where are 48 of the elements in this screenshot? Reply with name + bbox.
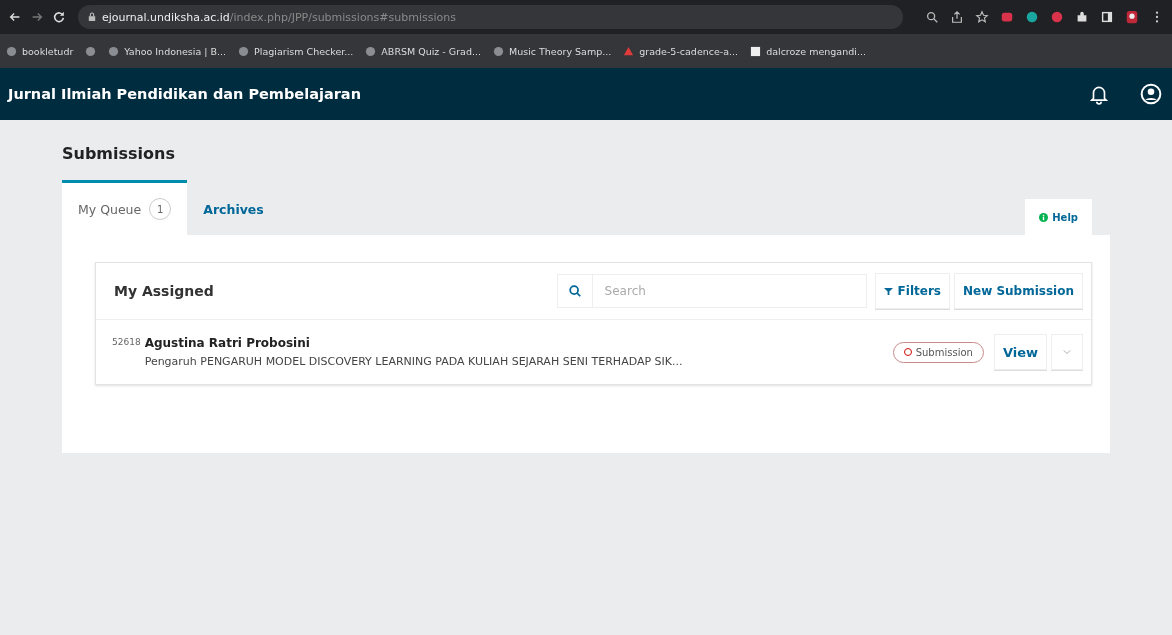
sidebar-icon[interactable]: [1100, 10, 1114, 24]
submission-id: 52618: [112, 337, 141, 347]
reload-icon[interactable]: [52, 10, 66, 24]
submission-author: Agustina Ratri Probosini: [144, 336, 311, 350]
document-icon: [750, 45, 762, 57]
bookmark[interactable]: ABRSM Quiz - Grad...: [365, 45, 481, 57]
search-icon: [567, 284, 582, 298]
user-avatar-icon[interactable]: [1140, 83, 1162, 105]
globe-icon: [108, 45, 120, 57]
lock-icon: [88, 12, 96, 22]
globe-icon: [238, 45, 250, 57]
profile-icon[interactable]: [1125, 10, 1139, 24]
back-icon[interactable]: [8, 10, 22, 24]
share-icon[interactable]: [950, 10, 964, 24]
extension-icon[interactable]: [1025, 10, 1039, 24]
extension-icon[interactable]: [1050, 10, 1064, 24]
bookmark[interactable]: Music Theory Samp...: [493, 45, 612, 57]
chevron-down-icon: [1063, 349, 1071, 355]
bookmark[interactable]: bookletudr: [6, 45, 74, 57]
globe-icon: [493, 45, 504, 57]
tab[interactable]: My Queue 1: [62, 180, 188, 235]
bookmark[interactable]: Yahoo Indonesia | B...: [108, 45, 227, 57]
bookmark[interactable]: Plagiarism Checker...: [238, 45, 354, 57]
info-icon: [1039, 212, 1049, 222]
view-button[interactable]: View: [993, 334, 1047, 370]
search-button[interactable]: [556, 274, 593, 308]
tab[interactable]: Archives: [187, 180, 280, 235]
journal-title[interactable]: Jurnal Ilmiah Pendidikan dan Pembelajaran: [8, 86, 1088, 102]
address-bar[interactable]: ejournal.undiksha.ac.id/index.php/JPP/submissions#submissions: [78, 5, 903, 29]
page-title: Submissions: [62, 144, 176, 163]
zoom-icon[interactable]: [925, 10, 939, 24]
count-badge: 1: [149, 198, 172, 220]
new-submission-button[interactable]: New Submission: [953, 273, 1083, 309]
triangle-icon: [623, 45, 635, 57]
star-icon[interactable]: [975, 10, 989, 24]
forward-icon[interactable]: [30, 10, 44, 24]
globe-icon[interactable]: [85, 45, 97, 57]
extension-icon[interactable]: [1000, 10, 1014, 24]
bookmark[interactable]: grade-5-cadence-a...: [623, 45, 739, 57]
globe-icon: [365, 45, 377, 57]
filters-button[interactable]: Filters: [874, 273, 950, 309]
submission-title: Pengaruh PENGARUH MODEL DISCOVERY LEARNING PADA KULIAH SEJARAH SENI TERHADAP SIK...: [144, 355, 684, 368]
bookmark[interactable]: dalcroze mengandi...: [750, 45, 866, 57]
search-field[interactable]: Search: [592, 274, 867, 308]
globe-icon: [6, 45, 17, 57]
filter-icon: [883, 286, 893, 296]
help-button[interactable]: Help: [1025, 199, 1092, 235]
list-title: My Assigned: [114, 283, 215, 299]
